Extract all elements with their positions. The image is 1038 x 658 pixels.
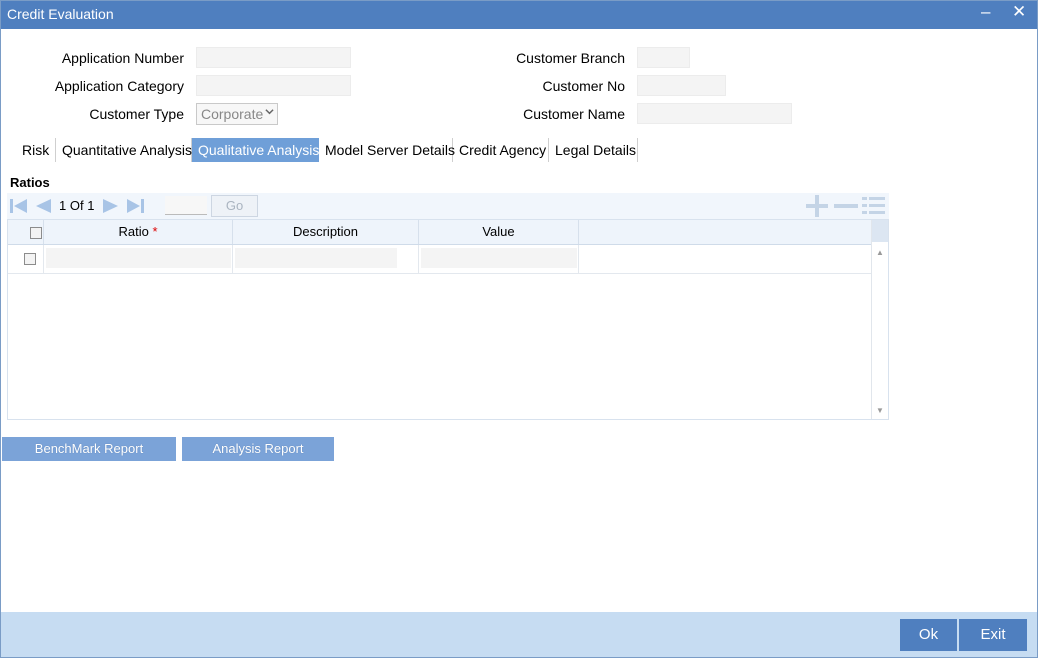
description-cell xyxy=(233,245,419,273)
customer-type-value: Corporate xyxy=(201,106,264,122)
customer-name-field[interactable] xyxy=(637,103,792,124)
credit-evaluation-window: Credit Evaluation – ✕ Application Number… xyxy=(0,0,1038,658)
exit-button[interactable]: Exit xyxy=(959,619,1027,651)
required-marker: * xyxy=(152,224,158,239)
ratio-header-label: Ratio xyxy=(118,224,149,239)
application-category-label: Application Category xyxy=(54,78,184,94)
customer-no-label: Customer No xyxy=(542,78,625,94)
go-button[interactable]: Go xyxy=(211,195,258,217)
first-page-icon[interactable] xyxy=(9,197,29,215)
column-header-description[interactable]: Description xyxy=(233,220,419,244)
window-title: Credit Evaluation xyxy=(7,6,114,22)
application-number-label: Application Number xyxy=(61,50,184,66)
close-icon[interactable]: ✕ xyxy=(1012,2,1026,22)
customer-type-select[interactable]: Corporate xyxy=(196,103,278,125)
current-page: 1 xyxy=(59,198,67,213)
benchmark-report-button[interactable]: BenchMark Report xyxy=(2,437,176,461)
tab-qualitative-analysis[interactable]: Qualitative Analysis xyxy=(192,138,319,162)
analysis-report-button[interactable]: Analysis Report xyxy=(182,437,334,461)
select-all-cell xyxy=(8,220,44,244)
value-cell xyxy=(419,245,579,273)
ratio-input[interactable] xyxy=(46,248,231,268)
ratios-section-title: Ratios xyxy=(10,175,50,190)
grid-header: Ratio * Description Value xyxy=(8,220,873,245)
page-of-label: Of xyxy=(69,198,84,213)
scroll-down-icon[interactable]: ▼ xyxy=(876,406,884,415)
last-page-icon[interactable] xyxy=(125,197,145,215)
tab-credit-agency[interactable]: Credit Agency xyxy=(453,138,549,162)
table-row xyxy=(8,245,873,274)
add-row-icon[interactable] xyxy=(804,195,830,217)
customer-name-label: Customer Name xyxy=(523,106,625,122)
scrollbar-thumb[interactable] xyxy=(872,220,888,242)
ratio-cell xyxy=(44,245,233,273)
column-header-ratio[interactable]: Ratio * xyxy=(44,220,233,244)
tab-model-server-details[interactable]: Model Server Details xyxy=(319,138,455,162)
customer-type-label: Customer Type xyxy=(89,106,184,122)
application-category-field[interactable] xyxy=(196,75,351,96)
customer-no-field[interactable] xyxy=(637,75,726,96)
page-number-input[interactable] xyxy=(165,196,207,215)
row-select-cell xyxy=(8,245,44,273)
description-input[interactable] xyxy=(235,248,397,268)
next-page-icon[interactable] xyxy=(101,197,121,215)
ratios-grid: Ratio * Description Value ▲ ▼ xyxy=(7,219,889,420)
title-bar: Credit Evaluation – ✕ xyxy=(1,1,1037,29)
scroll-up-icon[interactable]: ▲ xyxy=(876,248,884,257)
tab-legal-details[interactable]: Legal Details xyxy=(549,138,638,162)
tab-risk[interactable]: Risk xyxy=(16,138,56,162)
row-checkbox[interactable] xyxy=(24,253,36,265)
page-indicator: 1 Of 1 xyxy=(59,198,94,213)
customer-branch-field[interactable] xyxy=(637,47,690,68)
single-view-icon[interactable] xyxy=(861,195,887,217)
ok-button[interactable]: Ok xyxy=(900,619,957,651)
value-input[interactable] xyxy=(421,248,577,268)
total-pages: 1 xyxy=(87,198,95,213)
previous-page-icon[interactable] xyxy=(33,197,53,215)
customer-branch-label: Customer Branch xyxy=(516,50,625,66)
chevron-down-icon xyxy=(265,109,274,115)
column-header-value[interactable]: Value xyxy=(419,220,579,244)
grid-toolbar: 1 Of 1 Go xyxy=(7,193,889,219)
select-all-checkbox[interactable] xyxy=(30,227,42,239)
tab-quantitative-analysis[interactable]: Quantitative Analysis xyxy=(56,138,192,162)
application-number-field[interactable] xyxy=(196,47,351,68)
delete-row-icon[interactable] xyxy=(833,195,859,217)
footer-bar: Ok Exit xyxy=(1,612,1037,657)
grid-scrollbar[interactable]: ▲ ▼ xyxy=(871,220,888,419)
minimize-icon[interactable]: – xyxy=(981,2,990,22)
